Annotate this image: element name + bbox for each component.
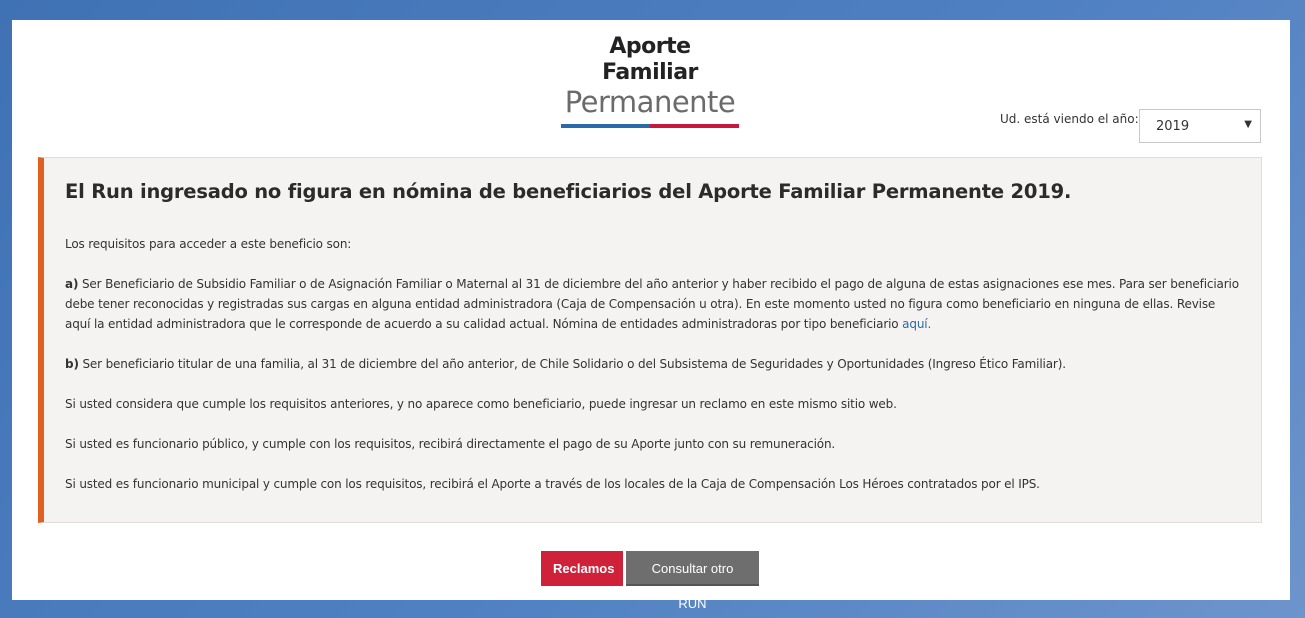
logo-bar-blue [561,124,650,128]
page-container: Aporte Familiar Permanente Ud. está vien… [12,20,1290,611]
requirement-b-label: b) [65,357,79,371]
year-select-value: 2019 [1156,119,1190,134]
logo-line1: Aporte Familiar [602,34,698,85]
logo-bar-red [650,124,739,128]
requirements-intro: Los requisitos para acceder a este benef… [65,237,352,251]
aporte-familiar-logo: Aporte Familiar Permanente [560,34,740,128]
year-select[interactable]: 2019 ▼ [1139,109,1261,143]
year-selector-label: Ud. está viendo el año: [1000,112,1139,126]
entidades-link[interactable]: aquí. [902,317,931,331]
logo-line2: Permanente [564,85,736,119]
requirement-a-label: a) [65,277,79,291]
consultar-otro-run-button[interactable]: Consultar otro RUN [626,551,759,611]
reclamo-info: Si usted considera que cumple los requis… [65,397,897,411]
funcionario-publico-info: Si usted es funcionario público, y cumpl… [65,437,836,451]
requirement-b: b) Ser beneficiario titular de una famil… [65,354,1241,374]
logo-color-bar [561,124,739,128]
not-found-alert: El Run ingresado no figura en nómina de … [38,157,1262,523]
requirement-a-text: Ser Beneficiario de Subsidio Familiar o … [65,277,1239,331]
reclamos-button[interactable]: Reclamos [541,551,623,586]
requirement-b-text: Ser beneficiario titular de una familia,… [78,357,1066,371]
requirement-a: a) Ser Beneficiario de Subsidio Familiar… [65,274,1241,334]
alert-title: El Run ingresado no figura en nómina de … [65,180,1072,203]
caret-down-icon: ▼ [1244,119,1252,130]
funcionario-municipal-info: Si usted es funcionario municipal y cump… [65,477,1040,491]
